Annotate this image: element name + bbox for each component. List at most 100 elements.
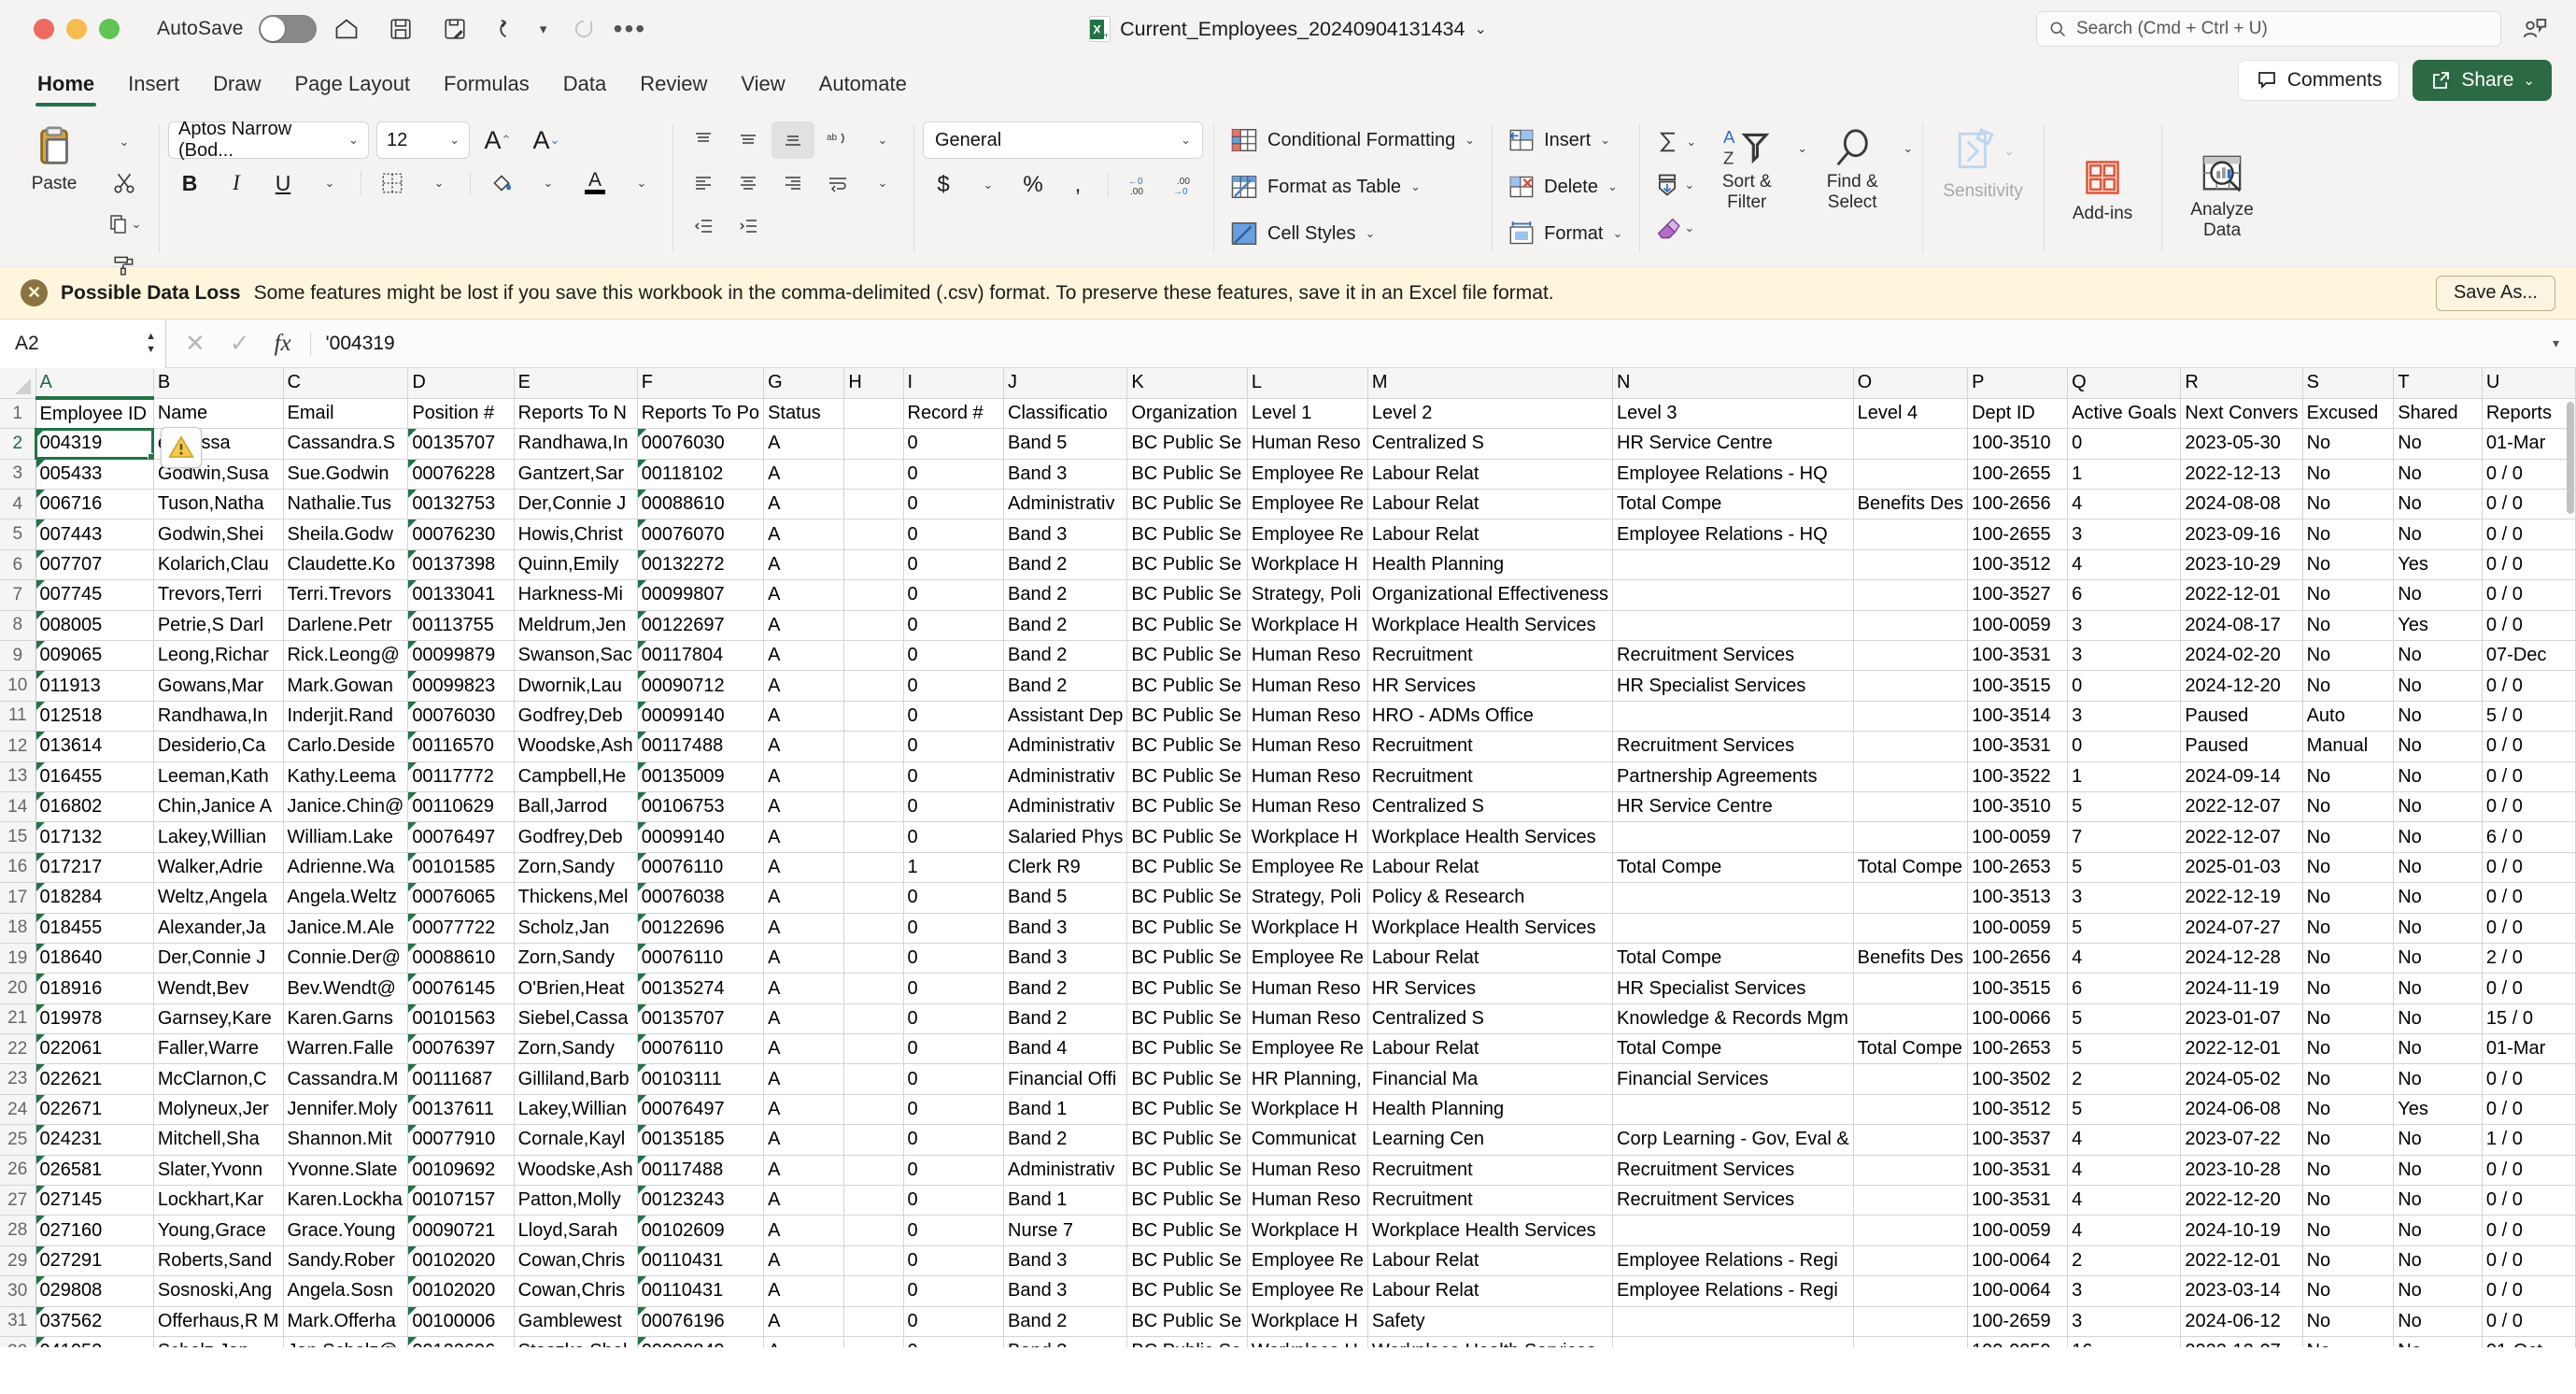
cell-O22[interactable]: Total Compe <box>1853 1033 1969 1065</box>
row-header-28[interactable]: 28 <box>0 1215 36 1246</box>
cell-A16[interactable]: 017217 <box>35 852 154 884</box>
table-row[interactable]: 32041052Scholz,JanJan.Scholz@00122696Sta… <box>0 1336 2576 1347</box>
column-header-U[interactable]: U <box>2482 368 2576 399</box>
cell-J18[interactable]: Band 3 <box>1003 913 1128 944</box>
cell-A25[interactable]: 024231 <box>35 1124 154 1156</box>
cell-D30[interactable]: 00102020 <box>407 1275 515 1307</box>
cell-R9[interactable]: 2024-02-20 <box>2180 640 2303 672</box>
cell-G18[interactable]: A <box>763 913 845 944</box>
cell-D14[interactable]: 00110629 <box>407 791 515 823</box>
font-size-select[interactable]: 12 ⌄ <box>376 121 470 159</box>
cell-C15[interactable]: William.Lake <box>283 821 409 853</box>
cell-U29[interactable]: 0 / 0 <box>2482 1245 2576 1277</box>
row-header-1[interactable]: 1 <box>0 398 36 430</box>
cell-J15[interactable]: Salaried Phys <box>1003 821 1128 853</box>
cell-K16[interactable]: BC Public Se <box>1126 852 1248 884</box>
cell-U4[interactable]: 0 / 0 <box>2482 489 2576 520</box>
cell-D17[interactable]: 00076065 <box>407 882 515 914</box>
cell-K25[interactable]: BC Public Se <box>1126 1124 1248 1156</box>
cell-U19[interactable]: 2 / 0 <box>2482 943 2576 974</box>
cell-A12[interactable]: 013614 <box>35 731 154 762</box>
cell-R28[interactable]: 2024-10-19 <box>2180 1215 2303 1246</box>
cell-F12[interactable]: 00117488 <box>637 731 765 762</box>
cell-O19[interactable]: Benefits Des <box>1853 943 1969 974</box>
cell-U9[interactable]: 07-Dec <box>2482 640 2576 672</box>
cell-Q5[interactable]: 3 <box>2067 519 2182 550</box>
cell-U8[interactable]: 0 / 0 <box>2482 610 2576 642</box>
cell-C3[interactable]: Sue.Godwin <box>283 459 409 491</box>
cell-T13[interactable]: No <box>2393 761 2483 792</box>
cell-R27[interactable]: 2022-12-20 <box>2180 1185 2303 1216</box>
tab-review[interactable]: Review <box>623 72 724 107</box>
cell-O7[interactable] <box>1853 579 1969 611</box>
table-row[interactable]: 19 018640 Der,Connie J Connie.Der@ 00088610 Z… <box>0 943 2576 974</box>
cell-P27[interactable]: 100-3531 <box>1967 1185 2069 1216</box>
cell-P31[interactable]: 100-2659 <box>1967 1306 2069 1338</box>
comma-format-button[interactable]: , <box>1057 166 1098 204</box>
share-button[interactable]: Share ⌄ <box>2413 60 2552 101</box>
name-box[interactable]: A2 ▲ ▼ <box>0 319 166 368</box>
autosave-toggle[interactable] <box>258 14 317 43</box>
cell-D9[interactable]: 00099879 <box>407 640 515 672</box>
cell-L15[interactable]: Workplace H <box>1247 821 1368 853</box>
cell-P24[interactable]: 100-3512 <box>1967 1094 2069 1126</box>
cell-D10[interactable]: 00099823 <box>407 670 515 702</box>
cell-D12[interactable]: 00116570 <box>407 731 515 762</box>
cell-L12[interactable]: Human Reso <box>1247 731 1368 762</box>
header-cell-F1[interactable]: Reports To Po <box>637 398 765 430</box>
cell-J5[interactable]: Band 3 <box>1003 519 1128 550</box>
cell-O10[interactable] <box>1853 670 1969 702</box>
cell-P9[interactable]: 100-3531 <box>1967 640 2069 672</box>
cell-R13[interactable]: 2024-09-14 <box>2180 761 2303 792</box>
cell-C14[interactable]: Janice.Chin@ <box>283 791 409 823</box>
cell-E27[interactable]: Patton,Molly <box>514 1185 638 1216</box>
cell-C8[interactable]: Darlene.Petr <box>283 610 409 642</box>
cell-H15[interactable] <box>843 821 904 853</box>
cell-P16[interactable]: 100-2653 <box>1967 852 2069 884</box>
cell-Q20[interactable]: 6 <box>2067 973 2182 1004</box>
cell-A2[interactable]: 004319 <box>34 427 155 461</box>
table-row[interactable]: 6 007707 Kolarich,Clau Claudette.Ko 00137398… <box>0 549 2576 581</box>
cell-L13[interactable]: Human Reso <box>1247 761 1368 792</box>
cell-N16[interactable]: Total Compe <box>1612 852 1854 884</box>
cell-A23[interactable]: 022621 <box>35 1063 154 1095</box>
cell-Q18[interactable]: 5 <box>2067 913 2182 944</box>
cell-L16[interactable]: Employee Re <box>1247 852 1368 884</box>
cell-P23[interactable]: 100-3502 <box>1967 1063 2069 1095</box>
cell-B14[interactable]: Chin,Janice A <box>153 791 284 823</box>
cell-M32[interactable]: Workplace Health Services <box>1367 1336 1614 1347</box>
cell-J13[interactable]: Administrativ <box>1003 761 1128 792</box>
cell-H5[interactable] <box>843 519 904 550</box>
cell-L28[interactable]: Workplace H <box>1247 1215 1368 1246</box>
table-row[interactable]: 24 022671 Molyneux,Jer Jennifer.Moly 0013761… <box>0 1094 2576 1126</box>
cell-M8[interactable]: Workplace Health Services <box>1367 610 1614 642</box>
wrap-text-button[interactable] <box>816 164 859 202</box>
cell-Q3[interactable]: 1 <box>2067 459 2182 491</box>
cell-T25[interactable]: No <box>2393 1124 2483 1156</box>
table-row[interactable]: 26 026581 Slater,Yvonn Yvonne.Slate 00109692… <box>0 1155 2576 1187</box>
cell-Q25[interactable]: 4 <box>2067 1124 2182 1156</box>
cell-U16[interactable]: 0 / 0 <box>2482 852 2576 884</box>
cell-G12[interactable]: A <box>763 731 845 762</box>
cell-I18[interactable]: 0 <box>903 913 1005 944</box>
cell-P18[interactable]: 100-0059 <box>1967 913 2069 944</box>
cell-J6[interactable]: Band 2 <box>1003 549 1128 581</box>
cell-N26[interactable]: Recruitment Services <box>1612 1155 1854 1187</box>
cell-U18[interactable]: 0 / 0 <box>2482 913 2576 944</box>
cell-S10[interactable]: No <box>2302 670 2395 702</box>
cell-T26[interactable]: No <box>2393 1155 2483 1187</box>
cell-F17[interactable]: 00076038 <box>637 882 765 914</box>
cell-P4[interactable]: 100-2656 <box>1967 489 2069 520</box>
row-header-7[interactable]: 7 <box>0 579 36 611</box>
cell-D19[interactable]: 00088610 <box>407 943 515 974</box>
cell-I22[interactable]: 0 <box>903 1033 1005 1065</box>
cell-M26[interactable]: Recruitment <box>1367 1155 1614 1187</box>
cell-S12[interactable]: Manual <box>2302 731 2395 762</box>
cell-G9[interactable]: A <box>763 640 845 672</box>
cell-B16[interactable]: Walker,Adrie <box>153 852 284 884</box>
cell-H3[interactable] <box>843 459 904 491</box>
cell-Q11[interactable]: 3 <box>2067 701 2182 733</box>
cut-icon[interactable] <box>99 164 149 202</box>
header-cell-L1[interactable]: Level 1 <box>1247 398 1368 430</box>
cell-A31[interactable]: 037562 <box>35 1306 154 1338</box>
